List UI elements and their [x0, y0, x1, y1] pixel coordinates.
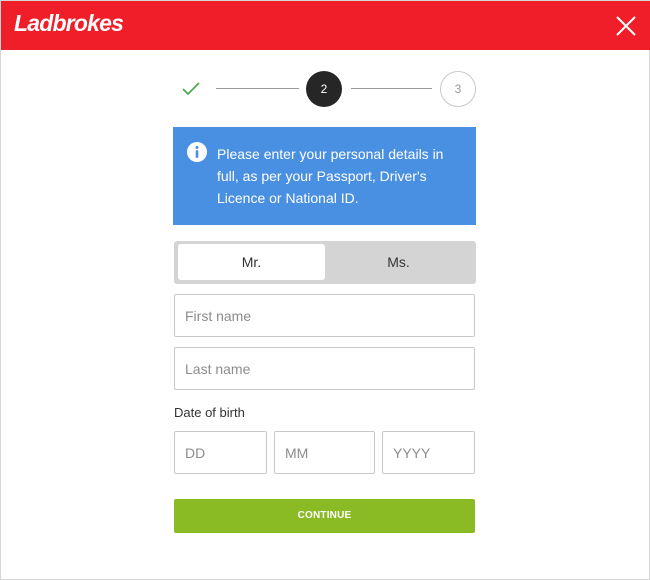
date-of-birth-label: Date of birth [174, 405, 245, 420]
step-connector [216, 88, 299, 89]
step-3-upcoming: 3 [440, 71, 476, 107]
checkmark-icon [182, 82, 200, 96]
close-button[interactable] [613, 13, 639, 39]
title-option-ms[interactable]: Ms. [325, 244, 472, 280]
continue-button[interactable]: CONTINUE [174, 499, 475, 533]
info-message-text: Please enter your personal details in fu… [217, 146, 444, 206]
dob-year-input[interactable] [382, 431, 475, 474]
step-connector [351, 88, 432, 89]
title-toggle: Mr. Ms. [174, 241, 476, 284]
step-2-active: 2 [306, 71, 342, 107]
first-name-input[interactable] [174, 294, 475, 337]
info-icon [187, 142, 207, 162]
title-option-mr[interactable]: Mr. [178, 244, 325, 280]
info-message: Please enter your personal details in fu… [173, 127, 476, 225]
last-name-input[interactable] [174, 347, 475, 390]
brand-logo: Ladbrokes [14, 10, 124, 36]
header-bar: Ladbrokes [1, 1, 650, 50]
dob-month-input[interactable] [274, 431, 375, 474]
step-1-completed [180, 79, 202, 99]
close-icon [616, 16, 636, 36]
dob-day-input[interactable] [174, 431, 267, 474]
